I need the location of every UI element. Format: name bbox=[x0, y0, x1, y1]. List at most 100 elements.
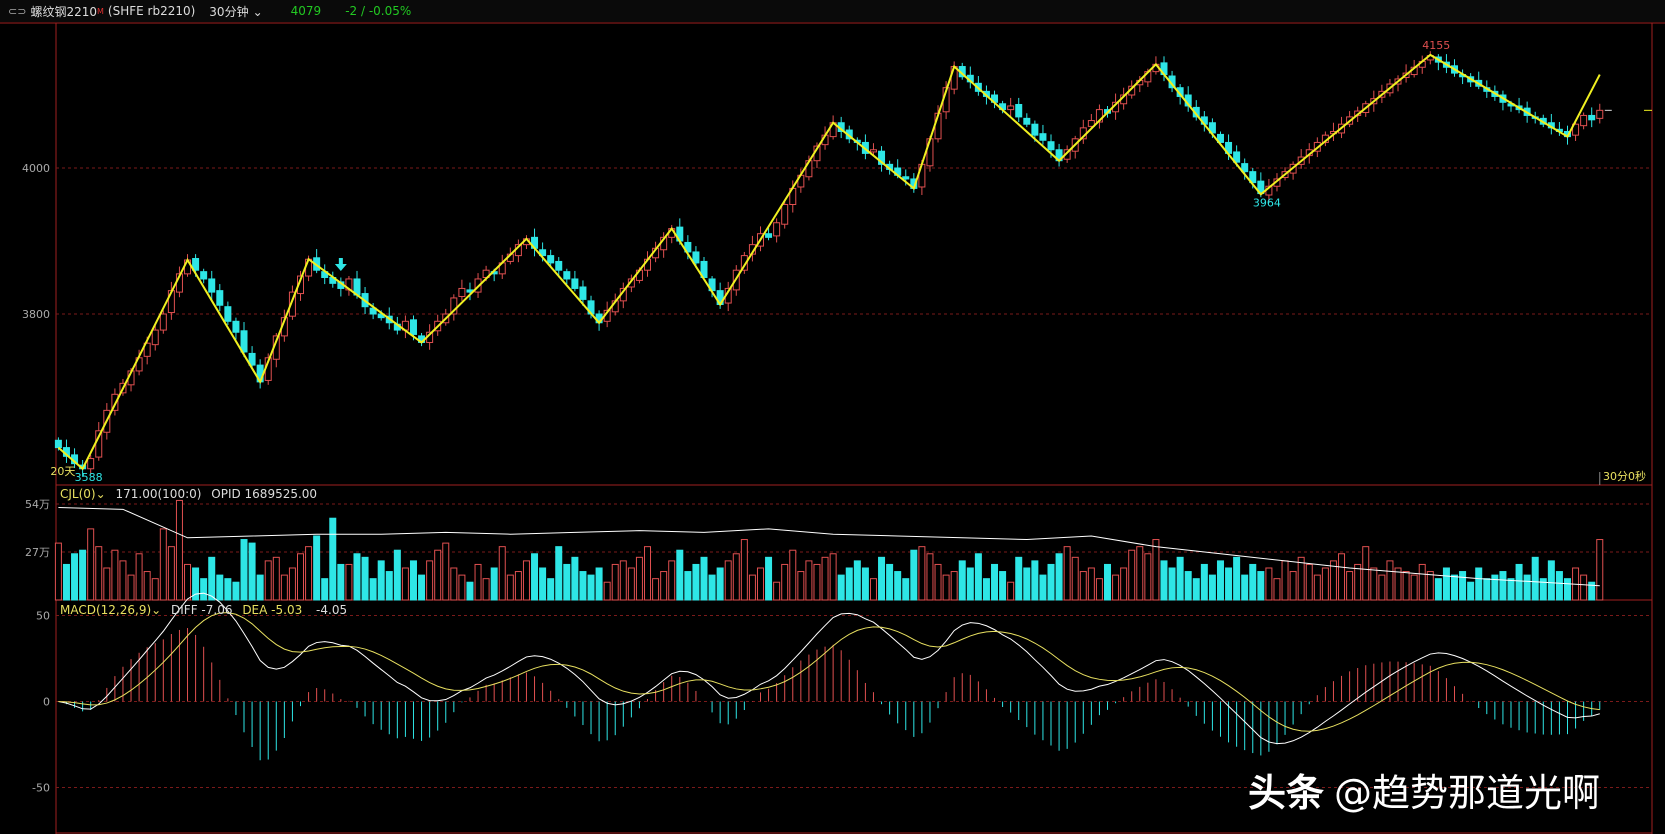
volume-bar bbox=[498, 546, 506, 601]
volume-value: 171.00(100:0) bbox=[115, 487, 202, 501]
candle-body bbox=[1588, 114, 1596, 121]
volume-bar bbox=[208, 556, 216, 601]
volume-bar bbox=[1531, 556, 1539, 601]
volume-bar bbox=[409, 560, 417, 601]
volume-bar bbox=[531, 553, 539, 601]
volume-bar bbox=[1370, 567, 1378, 601]
volume-bar bbox=[450, 567, 458, 601]
volume-bar bbox=[1515, 563, 1523, 601]
volume-bar bbox=[1410, 574, 1418, 601]
pivot-label: 3588 bbox=[75, 471, 103, 484]
candle-body bbox=[1015, 103, 1023, 118]
volume-bar bbox=[71, 553, 79, 601]
price-axis-label: 4000 bbox=[22, 162, 50, 175]
signal-arrow-down-icon bbox=[334, 258, 347, 271]
volume-bar bbox=[765, 556, 773, 601]
volume-bar bbox=[837, 574, 845, 601]
volume-bar bbox=[426, 560, 434, 601]
volume-bar bbox=[1523, 574, 1531, 601]
volume-bar bbox=[732, 553, 740, 601]
candle-body bbox=[232, 320, 240, 333]
candle-body bbox=[563, 271, 571, 280]
volume-bar bbox=[434, 549, 442, 601]
volume-bar bbox=[514, 571, 522, 601]
volume-bar bbox=[175, 499, 183, 601]
volume-bar bbox=[1555, 571, 1563, 601]
dea-line bbox=[58, 612, 1600, 732]
opid-value: OPID 1689525.00 bbox=[211, 487, 318, 501]
volume-bar bbox=[1297, 556, 1305, 601]
volume-bar bbox=[652, 578, 660, 601]
candle-body bbox=[458, 287, 466, 297]
volume-bar bbox=[926, 553, 934, 601]
volume-bar bbox=[1023, 567, 1031, 601]
volume-bar bbox=[966, 567, 974, 601]
candle-body bbox=[54, 439, 62, 449]
volume-bar bbox=[337, 563, 345, 601]
volume-bar bbox=[886, 563, 894, 601]
kline-chart[interactable]: 4000 3800 54万 27万 50 0 -50 358820天 3964 4155 30分0秒 bbox=[0, 0, 1665, 834]
volume-axis-label: 54万 bbox=[25, 498, 50, 511]
volume-bar bbox=[1483, 578, 1491, 601]
pivot-label: 3964 bbox=[1253, 196, 1281, 209]
volume-bar bbox=[313, 535, 321, 601]
volume-bar bbox=[982, 578, 990, 601]
volume-bar bbox=[1152, 539, 1160, 601]
pivot-label: 4155 bbox=[1422, 39, 1450, 52]
volume-bar bbox=[950, 571, 958, 601]
macd-indicator-selector[interactable]: MACD(12,26,9)⌄ bbox=[60, 603, 161, 617]
candle-body bbox=[1039, 133, 1047, 141]
volume-bar bbox=[1225, 567, 1233, 601]
candle-body bbox=[409, 319, 417, 335]
volume-bar bbox=[506, 574, 514, 601]
volume-bar bbox=[297, 553, 304, 601]
volume-bar bbox=[958, 560, 966, 601]
candle-body bbox=[547, 255, 555, 264]
volume-bar bbox=[869, 578, 877, 601]
volume-bar bbox=[789, 549, 797, 601]
volume-bar bbox=[1015, 556, 1023, 601]
volume-bar bbox=[1241, 574, 1249, 601]
volume-bar bbox=[942, 574, 950, 601]
volume-bar bbox=[845, 567, 853, 601]
volume-bar bbox=[79, 549, 87, 601]
candle-body bbox=[224, 306, 232, 322]
volume-bar bbox=[1580, 574, 1588, 601]
volume-bar bbox=[280, 574, 288, 601]
macd-pane-header: MACD(12,26,9)⌄ DIFF -7.06 DEA -5.03 -4.0… bbox=[60, 603, 347, 617]
candle-body bbox=[773, 222, 781, 237]
volume-bar bbox=[522, 560, 530, 601]
volume-bar bbox=[627, 567, 635, 601]
countdown-label: 30分0秒 bbox=[1603, 469, 1646, 483]
macd-axis-label: -50 bbox=[32, 782, 50, 795]
chevron-down-icon: ⌄ bbox=[95, 487, 106, 501]
volume-indicator-selector[interactable]: CJL(0)⌄ bbox=[60, 487, 106, 501]
volume-bar bbox=[878, 556, 886, 601]
volume-bar bbox=[1499, 571, 1507, 601]
volume-bar bbox=[547, 578, 555, 601]
volume-bar bbox=[934, 563, 942, 601]
candle-body bbox=[87, 458, 95, 470]
volume-bar bbox=[127, 574, 135, 601]
volume-bar bbox=[611, 563, 619, 601]
volume-bar bbox=[1321, 567, 1329, 601]
volume-bar bbox=[676, 549, 684, 601]
volume-bar bbox=[1168, 567, 1176, 601]
volume-bar bbox=[579, 571, 587, 601]
volume-bar bbox=[1346, 571, 1354, 601]
chevron-down-icon: ⌄ bbox=[151, 603, 162, 617]
volume-bar bbox=[1120, 567, 1128, 601]
volume-bar bbox=[644, 546, 652, 601]
volume-bar bbox=[458, 574, 466, 601]
macd-axis-label: 50 bbox=[36, 609, 50, 622]
candle-body bbox=[200, 271, 208, 280]
volume-bar bbox=[393, 549, 401, 601]
volume-bar bbox=[1507, 578, 1515, 601]
volume-bar bbox=[1257, 571, 1265, 601]
volume-bar bbox=[216, 574, 224, 601]
volume-bar bbox=[1386, 560, 1394, 601]
volume-bar bbox=[1249, 563, 1257, 601]
volume-bar bbox=[240, 539, 248, 601]
volume-bar bbox=[1192, 578, 1200, 601]
volume-bar bbox=[619, 560, 627, 601]
